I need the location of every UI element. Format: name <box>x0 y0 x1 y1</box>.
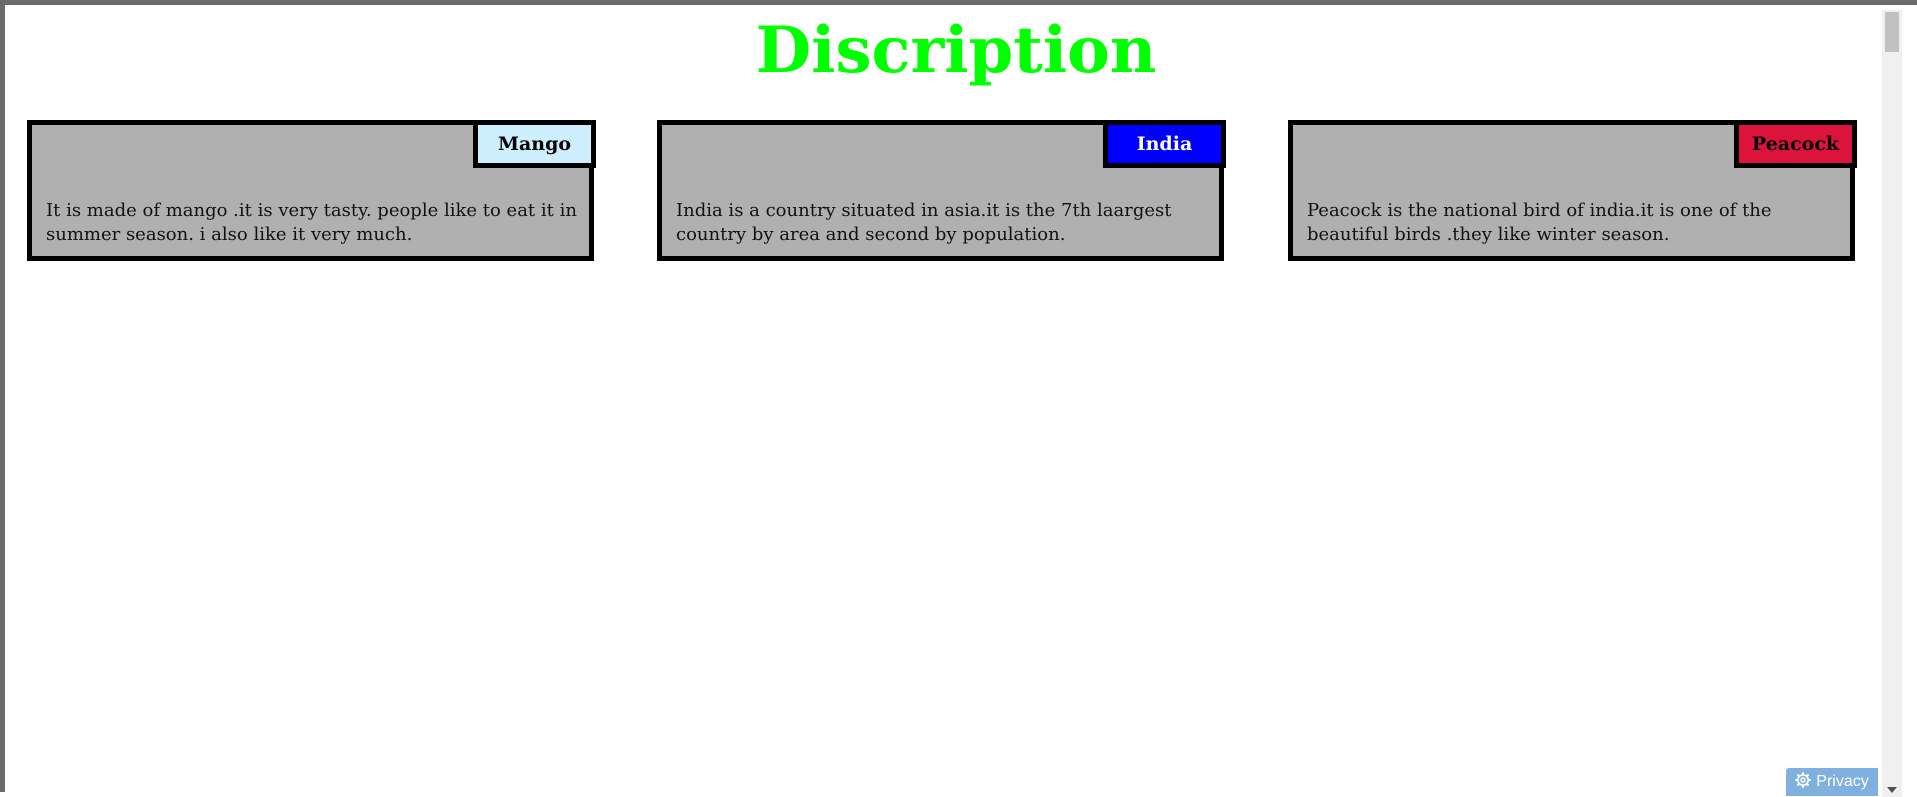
browser-frame: Discription Mango It is made of mango .i… <box>0 0 1917 797</box>
card-description-india: India is a country situated in asia.it i… <box>676 200 1172 245</box>
card-india: India India is a country situated in asi… <box>657 120 1226 261</box>
card-badge-peacock: Peacock <box>1734 120 1857 168</box>
card-badge-india: India <box>1103 120 1226 168</box>
card-mango: Mango It is made of mango .it is very ta… <box>27 120 596 261</box>
card-description-mango: It is made of mango .it is very tasty. p… <box>46 200 577 245</box>
scroll-down-arrow-icon[interactable] <box>1887 787 1897 793</box>
privacy-label: Privacy <box>1816 773 1869 790</box>
scrollbar-thumb[interactable] <box>1885 12 1899 52</box>
page-viewport: Discription Mango It is made of mango .i… <box>10 10 1902 797</box>
vertical-scrollbar[interactable] <box>1882 10 1902 797</box>
card-description-peacock: Peacock is the national bird of india.it… <box>1307 200 1772 245</box>
page-title: Discription <box>755 13 1157 88</box>
gear-icon <box>1795 771 1812 793</box>
card-badge-mango: Mango <box>473 120 596 168</box>
card-peacock: Peacock Peacock is the national bird of … <box>1288 120 1857 261</box>
